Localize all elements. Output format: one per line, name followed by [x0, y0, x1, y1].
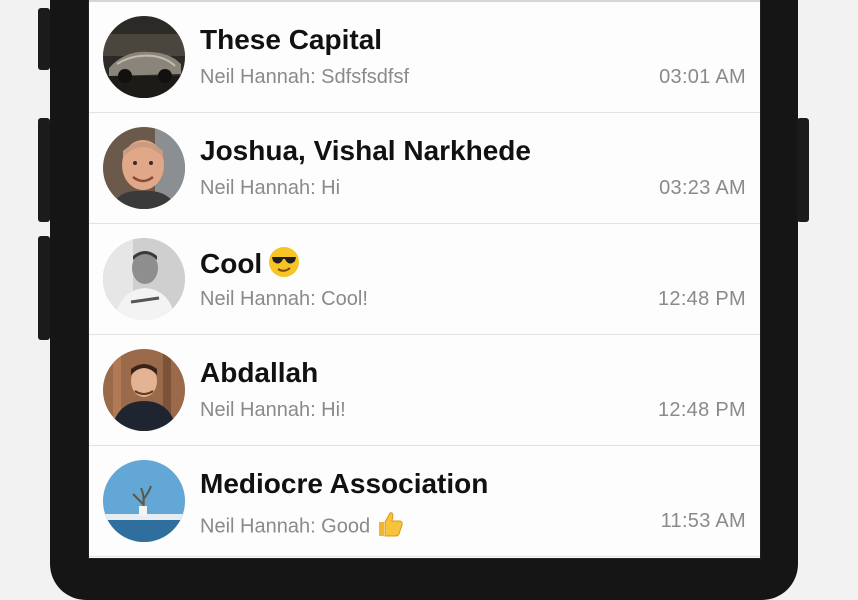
chat-title: Abdallah — [200, 357, 319, 388]
chat-row-joshua-vishal[interactable]: Joshua, Vishal Narkhede Neil Hannah: Hi … — [89, 113, 760, 224]
chat-time: 12:48 PM — [657, 399, 746, 421]
chat-title: Mediocre Association — [200, 468, 489, 499]
thumbs-up-emoji-icon — [376, 510, 404, 544]
chat-row-cool[interactable]: Cool Neil Hannah: Cool! 12:48 PM — [89, 224, 760, 335]
chat-preview: Neil Hannah: Hi! — [200, 399, 346, 421]
chat-avatar — [103, 460, 185, 542]
chat-list-screen: These Capital Neil Hannah: Sdfsfsdfsf 03… — [89, 0, 760, 558]
mute-switch — [38, 8, 50, 70]
sunglasses-emoji-icon — [268, 246, 300, 285]
chat-title: Cool — [200, 246, 300, 285]
chat-avatar — [103, 16, 185, 98]
chat-title: Joshua, Vishal Narkhede — [200, 135, 531, 166]
chat-row-these-capital[interactable]: These Capital Neil Hannah: Sdfsfsdfsf 03… — [89, 2, 760, 113]
chat-row-mediocre-association[interactable]: Mediocre Association Neil Hannah: Good 1… — [89, 446, 760, 557]
chat-avatar — [103, 349, 185, 431]
chat-time: 03:01 AM — [659, 66, 746, 88]
chat-avatar — [103, 127, 185, 209]
chat-preview: Neil Hannah: Good — [200, 510, 404, 544]
chat-title: These Capital — [200, 24, 383, 55]
chat-time: 11:53 AM — [660, 510, 746, 532]
chat-preview: Neil Hannah: Cool! — [200, 288, 368, 310]
chat-avatar — [103, 238, 185, 320]
chat-preview-text: Neil Hannah: Good — [200, 515, 371, 538]
chat-time: 03:23 AM — [659, 177, 746, 199]
chat-preview: Neil Hannah: Sdfsfsdfsf — [200, 66, 409, 88]
volume-down-button — [38, 236, 50, 340]
chat-time: 12:48 PM — [657, 288, 746, 310]
chat-preview: Neil Hannah: Hi — [200, 177, 341, 199]
volume-up-button — [38, 118, 50, 222]
chat-row-abdallah[interactable]: Abdallah Neil Hannah: Hi! 12:48 PM — [89, 335, 760, 446]
power-button — [797, 118, 809, 222]
